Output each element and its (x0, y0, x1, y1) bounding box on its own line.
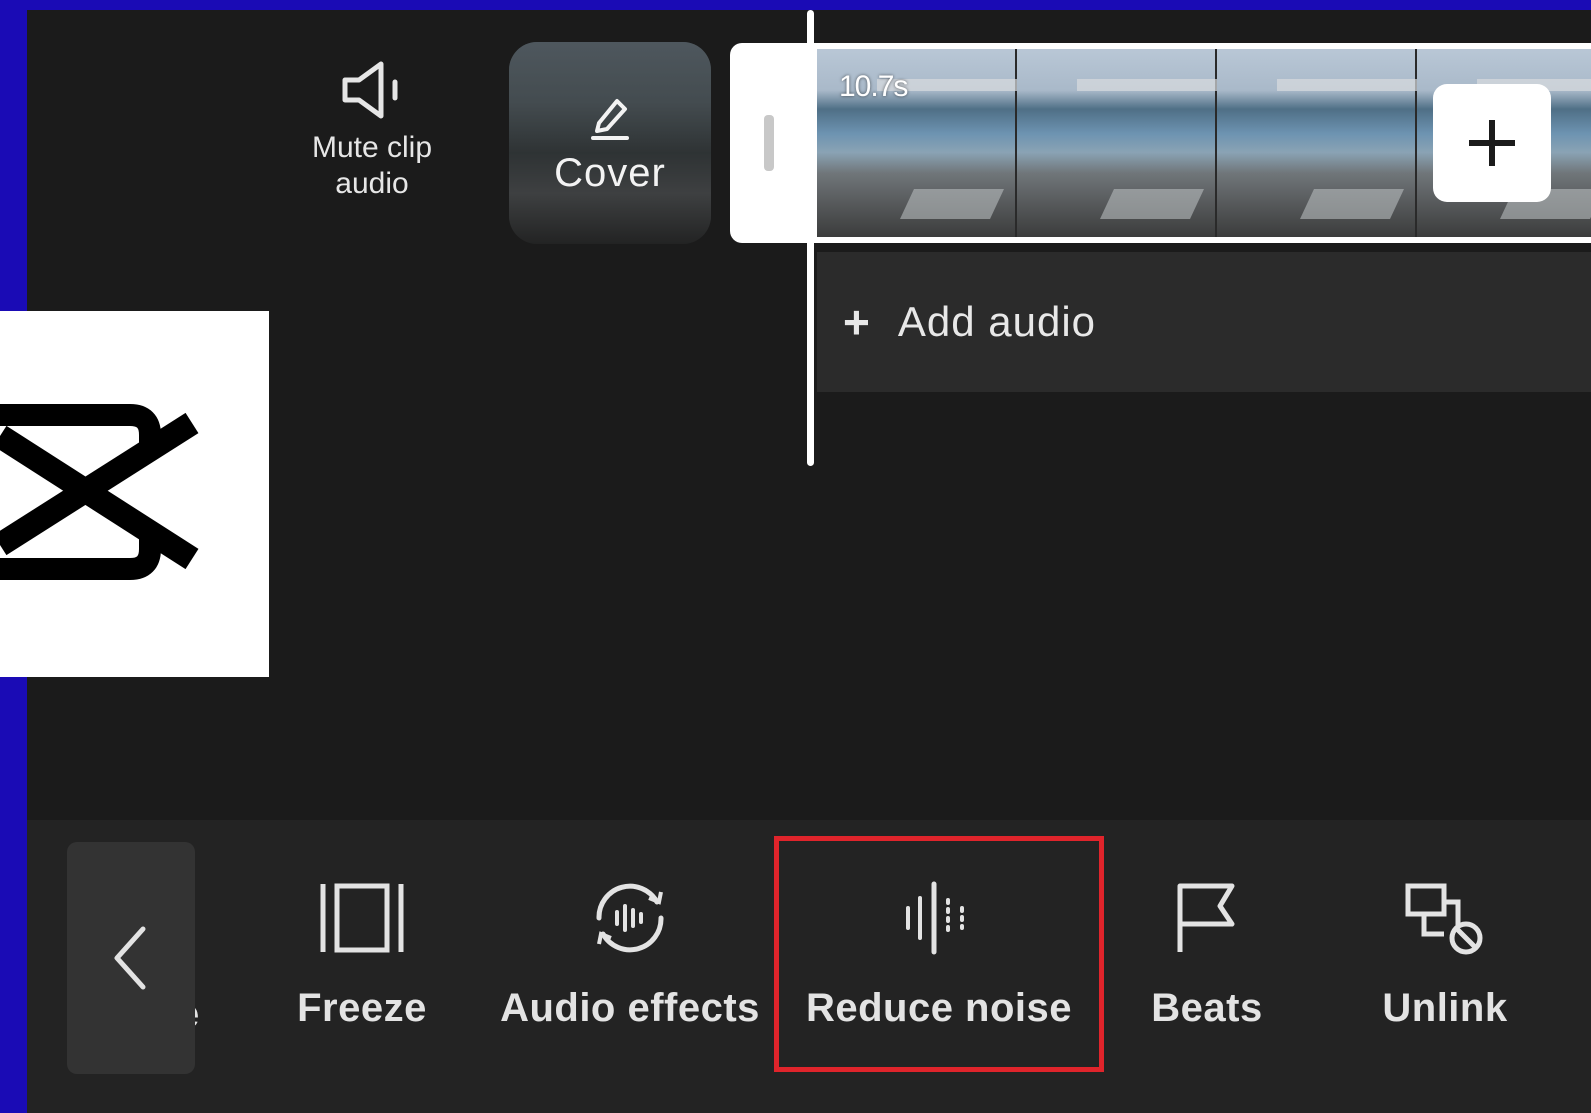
capcut-logo (0, 311, 269, 677)
freeze-icon (320, 883, 404, 953)
audio-effects-label: Audio effects (500, 986, 760, 1030)
back-button[interactable] (67, 842, 195, 1074)
add-audio-label: Add audio (897, 298, 1097, 345)
cover-label: Cover (554, 150, 666, 195)
freeze-label: Freeze (297, 986, 427, 1030)
trim-handle-grip (764, 115, 774, 171)
beats-label: Beats (1151, 986, 1263, 1030)
highlight-box (774, 836, 1104, 1072)
add-clip-button[interactable] (1433, 84, 1551, 202)
cover-button[interactable]: Cover (509, 42, 711, 244)
plus-icon (1469, 120, 1515, 166)
unlink-button[interactable]: Unlink (1375, 880, 1515, 1031)
audio-effects-icon (596, 883, 664, 953)
edit-pencil-icon (591, 98, 629, 140)
unlink-label: Unlink (1382, 986, 1508, 1030)
clip-duration: 10.7s (839, 70, 908, 103)
chevron-left-icon (114, 926, 146, 990)
audio-effects-button[interactable]: Audio effects (495, 880, 765, 1031)
unlink-icon (1405, 883, 1483, 955)
clip-thumbnail (1017, 49, 1217, 237)
beats-button[interactable]: Beats (1137, 880, 1277, 1031)
mute-clip-audio-button[interactable]: Mute clip audio (287, 58, 457, 202)
capcut-logo-icon (0, 404, 199, 580)
playhead[interactable] (807, 10, 814, 466)
plus-icon: + (843, 296, 870, 348)
add-audio-button[interactable]: + Add audio (817, 252, 1591, 392)
clip-thumbnail (1217, 49, 1417, 237)
speaker-icon (342, 61, 398, 119)
freeze-button[interactable]: Freeze (287, 880, 437, 1031)
mute-clip-audio-label: Mute clip audio (311, 131, 433, 200)
flag-icon (1177, 883, 1235, 952)
bottom-toolbar: e Freeze (27, 820, 1591, 1113)
